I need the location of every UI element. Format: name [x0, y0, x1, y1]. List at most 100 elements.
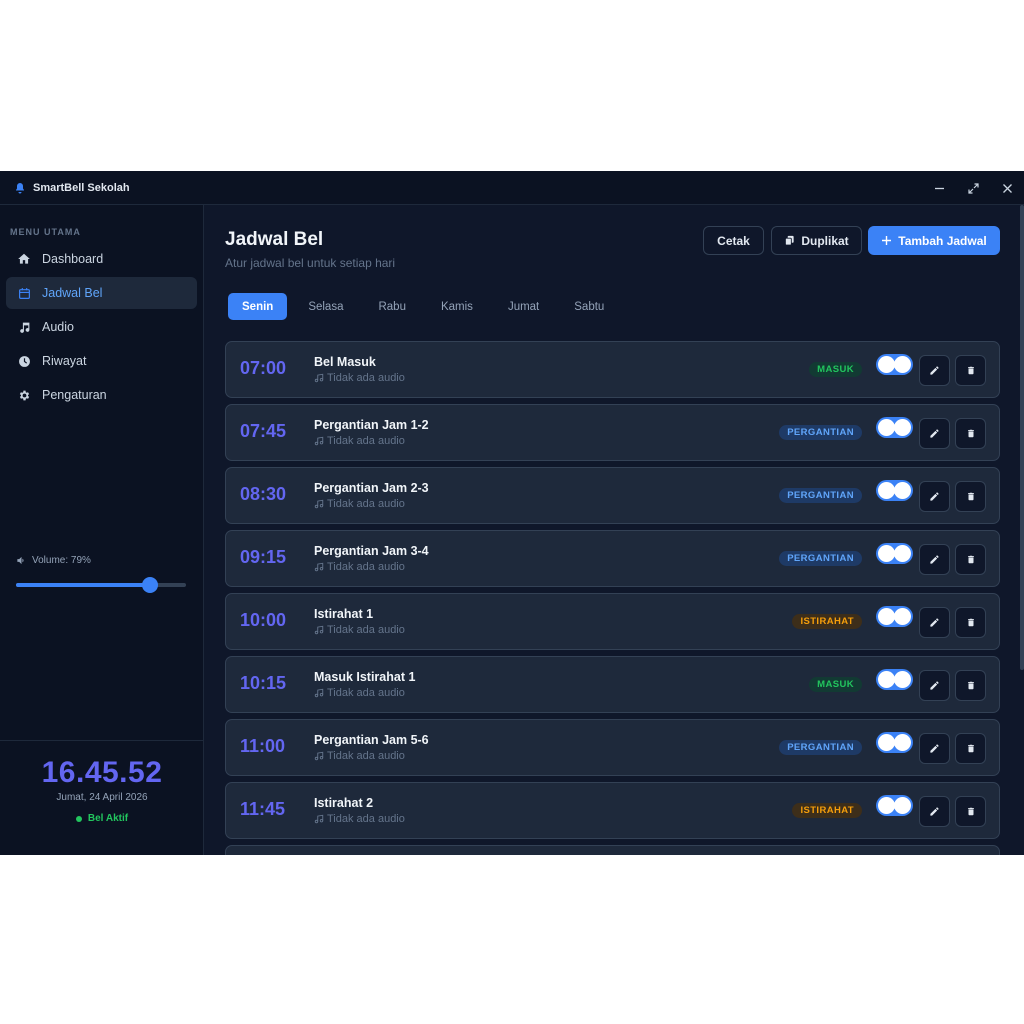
schedule-enable-toggle[interactable]: [876, 480, 913, 501]
schedule-enable-toggle[interactable]: [876, 795, 913, 816]
schedule-type-badge: MASUK: [809, 362, 862, 377]
edit-button[interactable]: [919, 670, 950, 701]
schedule-card[interactable]: 08:30 Pergantian Jam 2-3 Tidak ada audio PE…: [225, 467, 1000, 524]
schedule-card[interactable]: 07:45 Pergantian Jam 1-2 Tidak ada audio PE…: [225, 404, 1000, 461]
day-tabs: Senin Selasa Rabu Kamis Jumat Sabtu: [228, 293, 625, 320]
schedule-audio-text: Tidak ada audio: [327, 561, 405, 573]
add-schedule-button[interactable]: Tambah Jadwal: [868, 226, 1000, 255]
schedule-enable-toggle[interactable]: [876, 732, 913, 753]
schedule-enable-toggle[interactable]: [876, 354, 913, 375]
schedule-audio: Tidak ada audio: [314, 498, 405, 510]
schedule-audio: Tidak ada audio: [314, 435, 405, 447]
delete-button[interactable]: [955, 481, 986, 512]
close-icon: [1002, 183, 1012, 193]
music-note-icon: [314, 751, 324, 761]
volume-text: Volume: 79%: [32, 555, 91, 566]
schedule-audio-text: Tidak ada audio: [327, 624, 405, 636]
pencil-icon: [930, 618, 939, 627]
schedule-type-badge: ISTIRAHAT: [792, 803, 862, 818]
print-button[interactable]: Cetak: [703, 226, 764, 255]
volume-slider-thumb[interactable]: [142, 577, 159, 593]
schedule-audio: Tidak ada audio: [314, 687, 405, 699]
edit-button[interactable]: [919, 796, 950, 827]
tab-jumat[interactable]: Jumat: [494, 293, 553, 320]
schedule-enable-toggle[interactable]: [876, 417, 913, 438]
delete-button[interactable]: [955, 544, 986, 575]
pencil-icon: [930, 492, 939, 501]
sidebar-item-label: Dashboard: [42, 252, 104, 266]
schedule-name: Istirahat 2: [314, 796, 374, 810]
volume-slider-fill: [16, 583, 151, 587]
schedule-audio: Tidak ada audio: [314, 624, 405, 636]
schedule-card[interactable]: 10:00 Istirahat 1 Tidak ada audio ISTIRAHAT: [225, 593, 1000, 650]
delete-button[interactable]: [955, 670, 986, 701]
delete-button[interactable]: [955, 355, 986, 386]
delete-button[interactable]: [955, 418, 986, 449]
clock-time: 16.45.52: [41, 756, 163, 789]
schedule-type-badge: PERGANTIAN: [779, 551, 862, 566]
minimize-button[interactable]: [922, 171, 956, 205]
tab-kamis[interactable]: Kamis: [427, 293, 487, 320]
pencil-icon: [930, 429, 939, 438]
music-note-icon: [314, 499, 324, 509]
delete-button[interactable]: [955, 733, 986, 764]
edit-button[interactable]: [919, 733, 950, 764]
schedule-card[interactable]: 10:15 Masuk Istirahat 1 Tidak ada audio MAS…: [225, 656, 1000, 713]
close-button[interactable]: [990, 171, 1024, 205]
pencil-icon: [930, 744, 939, 753]
delete-button[interactable]: [955, 607, 986, 638]
schedule-audio: Tidak ada audio: [314, 750, 405, 762]
main-content: Jadwal Bel Atur jadwal bel untuk setiap …: [205, 205, 1024, 855]
music-icon: [17, 320, 31, 334]
edit-button[interactable]: [919, 607, 950, 638]
volume-slider[interactable]: [16, 577, 186, 593]
edit-button[interactable]: [919, 418, 950, 449]
duplicate-button[interactable]: Duplikat: [771, 226, 862, 255]
sidebar-item-audio[interactable]: Audio: [6, 311, 197, 343]
plus-icon: [881, 235, 892, 246]
delete-button[interactable]: [955, 796, 986, 827]
clock-date: Jumat, 24 April 2026: [56, 792, 148, 803]
sidebar-item-jadwal-bel[interactable]: Jadwal Bel: [6, 277, 197, 309]
app-window: SmartBell Sekolah MENU UTAMA Dashboard J…: [0, 171, 1024, 855]
schedule-card-partial: [225, 845, 1000, 855]
page-subtitle: Atur jadwal bel untuk setiap hari: [225, 256, 396, 270]
schedule-enable-toggle[interactable]: [876, 669, 913, 690]
schedule-card[interactable]: 09:15 Pergantian Jam 3-4 Tidak ada audio PE…: [225, 530, 1000, 587]
pencil-icon: [930, 555, 939, 564]
schedule-list: 07:00 Bel Masuk Tidak ada audio MASUK 07:45 P…: [225, 341, 1000, 855]
edit-button[interactable]: [919, 481, 950, 512]
scrollbar[interactable]: [1020, 205, 1024, 670]
app-title: SmartBell Sekolah: [33, 181, 130, 194]
schedule-name: Pergantian Jam 5-6: [314, 733, 429, 747]
maximize-button[interactable]: [956, 171, 990, 205]
trash-icon: [967, 492, 974, 501]
edit-button[interactable]: [919, 544, 950, 575]
tab-selasa[interactable]: Selasa: [294, 293, 357, 320]
sidebar-item-label: Riwayat: [42, 354, 87, 368]
pencil-icon: [930, 366, 939, 375]
bell-status: Bel Aktif: [0, 813, 204, 824]
schedule-card[interactable]: 11:00 Pergantian Jam 5-6 Tidak ada audio PE…: [225, 719, 1000, 776]
schedule-card[interactable]: 07:00 Bel Masuk Tidak ada audio MASUK: [225, 341, 1000, 398]
schedule-audio-text: Tidak ada audio: [327, 687, 405, 699]
sidebar-item-pengaturan[interactable]: Pengaturan: [6, 379, 197, 411]
tab-rabu[interactable]: Rabu: [364, 293, 420, 320]
music-note-icon: [314, 436, 324, 446]
duplicate-button-label: Duplikat: [801, 233, 849, 248]
schedule-enable-toggle[interactable]: [876, 543, 913, 564]
schedule-card[interactable]: 11:45 Istirahat 2 Tidak ada audio ISTIRAHAT: [225, 782, 1000, 839]
tab-sabtu[interactable]: Sabtu: [560, 293, 618, 320]
schedule-time: 08:30: [240, 484, 287, 504]
edit-button[interactable]: [919, 355, 950, 386]
menu-heading: MENU UTAMA: [10, 227, 81, 237]
clock-panel: 16.45.52 Jumat, 24 April 2026 Bel Aktif: [0, 740, 204, 855]
schedule-time: 09:15: [240, 547, 287, 567]
tab-senin[interactable]: Senin: [228, 293, 288, 320]
schedule-audio-text: Tidak ada audio: [327, 435, 405, 447]
sidebar-item-dashboard[interactable]: Dashboard: [6, 243, 197, 275]
sidebar-item-label: Audio: [42, 320, 74, 334]
sidebar-item-riwayat[interactable]: Riwayat: [6, 345, 197, 377]
schedule-enable-toggle[interactable]: [876, 606, 913, 627]
music-note-icon: [314, 688, 324, 698]
